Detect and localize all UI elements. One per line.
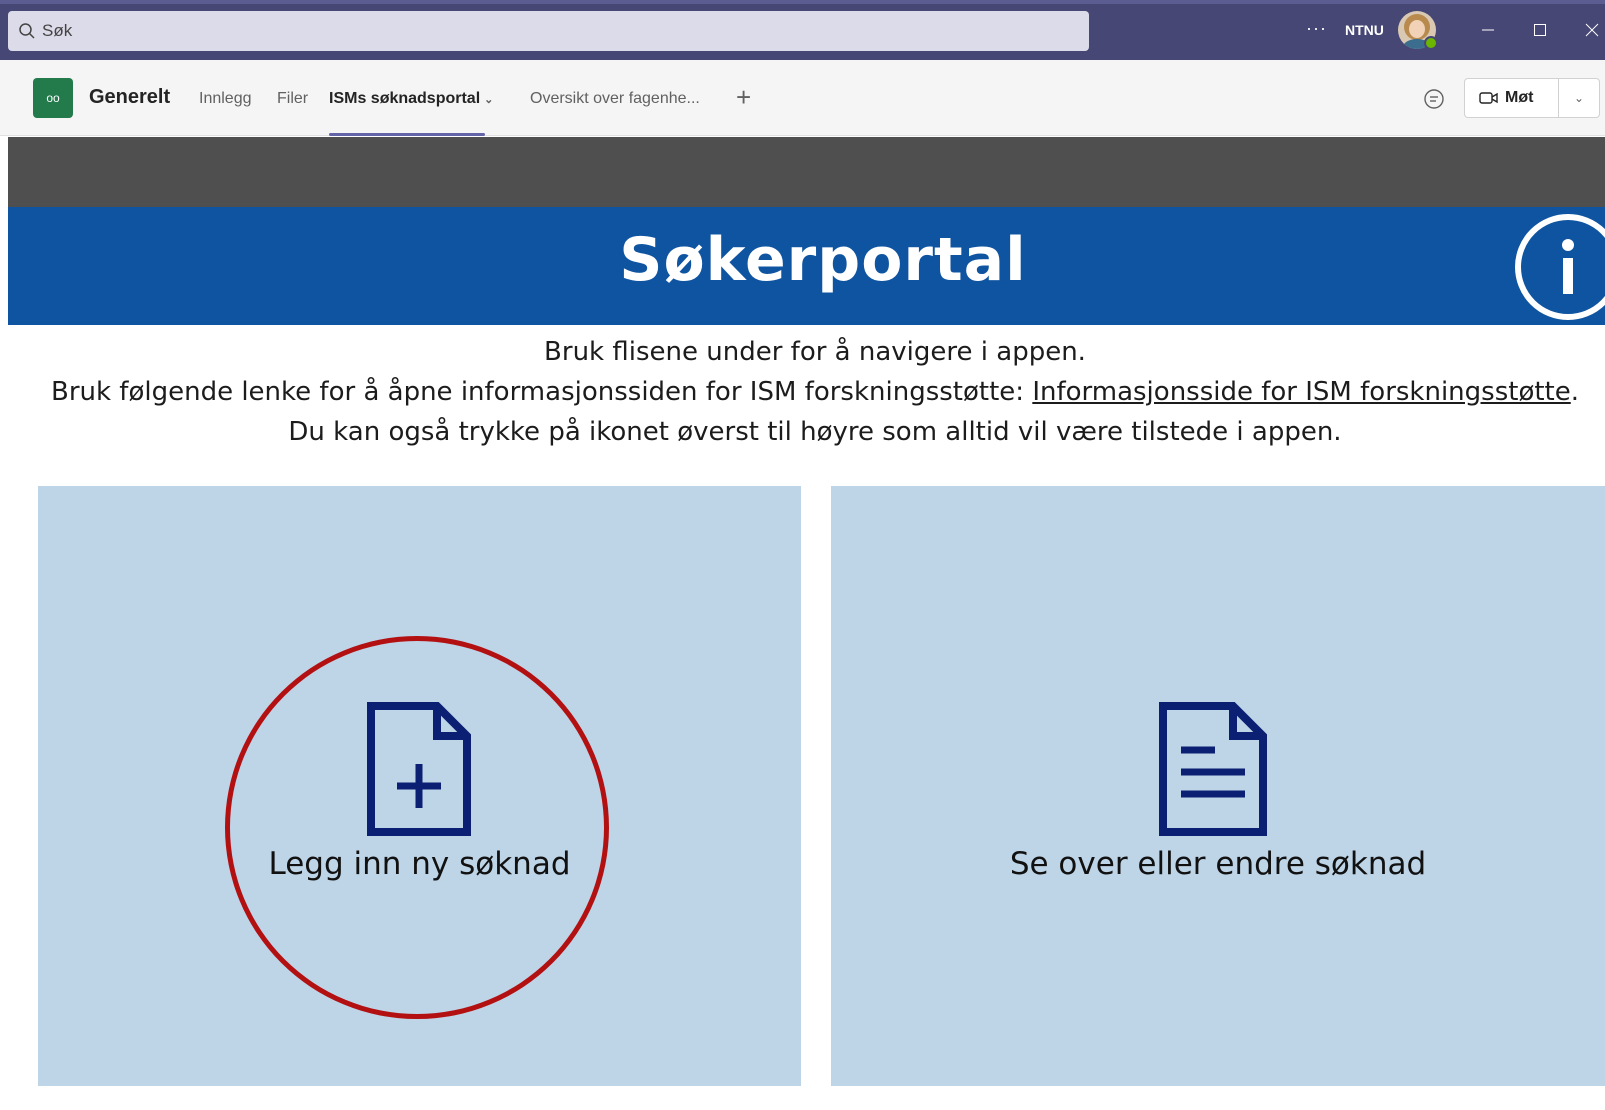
search-placeholder: Søk <box>42 21 73 40</box>
meet-label: Møt <box>1505 89 1534 106</box>
intro-line-1: Bruk flisene under for å navigere i appe… <box>544 337 1086 367</box>
info-page-link[interactable]: Informasjonsside for ISM forskningsstøtt… <box>1032 377 1570 407</box>
channel-name: Generelt <box>89 86 171 108</box>
team-icon[interactable]: oo <box>33 78 73 118</box>
minimize-icon <box>1482 29 1494 31</box>
meet-main-button[interactable]: Møt <box>1465 79 1559 117</box>
meet-dropdown-chevron-icon[interactable]: ⌄ <box>1559 91 1599 105</box>
more-options-button[interactable]: ··· <box>1306 18 1327 38</box>
meet-button[interactable]: Møt ⌄ <box>1464 78 1600 118</box>
search-input[interactable]: Søk <box>8 11 1089 51</box>
tab-oversikt-over-fagenheter[interactable]: Oversikt over fagenhe... <box>530 90 700 108</box>
intro-line-2: Bruk følgende lenke for å åpne informasj… <box>0 372 1605 412</box>
maximize-button[interactable] <box>1525 16 1555 44</box>
channel-header: oo Generelt Innlegg Filer ISMs søknadspo… <box>0 60 1605 136</box>
avatar-face <box>1409 20 1425 38</box>
intro-line-2-suffix: . <box>1570 377 1580 407</box>
presence-available-icon <box>1424 36 1438 50</box>
active-tab-indicator <box>329 133 485 136</box>
search-icon <box>19 23 35 39</box>
app-header-band <box>8 137 1605 207</box>
close-icon <box>1585 23 1599 37</box>
org-name[interactable]: NTNU <box>1345 22 1384 38</box>
intro-line-2-prefix: Bruk følgende lenke for å åpne informasj… <box>50 377 1033 407</box>
view-edit-application-tile[interactable]: Se over eller endre søknad <box>831 486 1605 1086</box>
title-bar-accent <box>0 0 1605 4</box>
tab-isms-soknadsportal-label: ISMs søknadsportal <box>329 90 481 107</box>
add-tab-icon[interactable]: + <box>736 82 751 113</box>
info-icon[interactable] <box>1514 213 1605 321</box>
new-application-label: Legg inn ny søknad <box>268 846 571 882</box>
intro-line-3: Du kan også trykke på ikonet øverst til … <box>288 417 1342 447</box>
chevron-down-icon[interactable]: ⌄ <box>484 94 493 106</box>
document-icon <box>1159 702 1267 836</box>
new-document-icon <box>367 702 471 836</box>
minimize-button[interactable] <box>1473 16 1503 44</box>
tab-isms-soknadsportal[interactable]: ISMs søknadsportal ⌄ <box>329 90 493 108</box>
app-banner: Søkerportal <box>8 207 1605 325</box>
intro-text: Bruk flisene under for å navigere i appe… <box>0 332 1605 452</box>
new-application-tile[interactable]: Legg inn ny søknad <box>38 486 801 1086</box>
view-edit-application-label: Se over eller endre søknad <box>1009 846 1427 882</box>
conversation-icon[interactable] <box>1422 87 1446 111</box>
video-camera-icon <box>1479 92 1498 104</box>
title-bar: Søk ··· NTNU <box>0 0 1605 60</box>
page-title: Søkerportal <box>619 225 1027 295</box>
tab-innlegg[interactable]: Innlegg <box>199 90 252 108</box>
maximize-icon <box>1534 24 1546 36</box>
close-button[interactable] <box>1577 16 1605 44</box>
tab-filer[interactable]: Filer <box>277 90 308 108</box>
